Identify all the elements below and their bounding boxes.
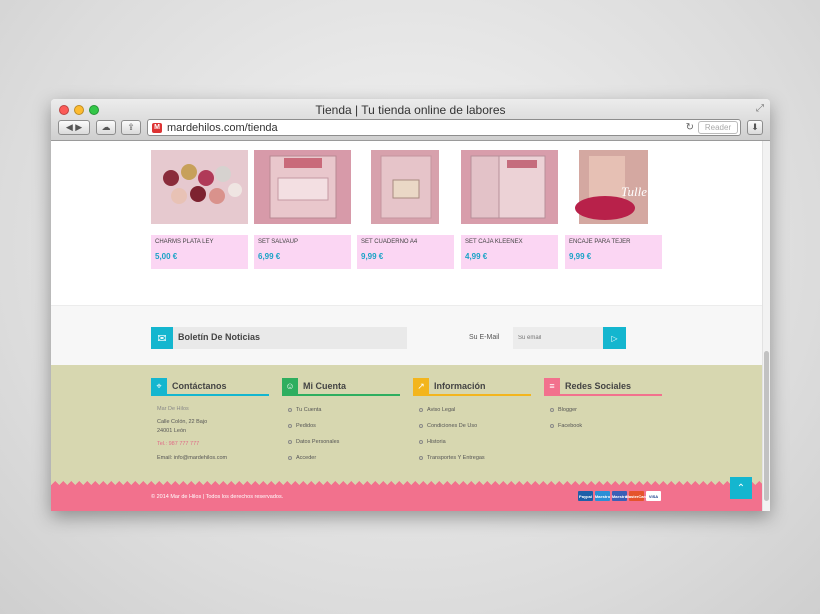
mastercard-card-icon: MasterCard [626,491,648,501]
contact-email[interactable]: Email: info@mardehilos.com [157,455,227,461]
footer-info-title: Información [434,381,486,391]
product-image[interactable] [151,150,248,224]
scrollbar-thumb[interactable] [764,351,769,501]
paypal-card-icon: Paypal [578,491,593,501]
product-image[interactable]: Tulle [565,150,662,224]
footer-account-title: Mi Cuenta [303,381,347,391]
footer-info-column: ↗ Información Aviso Legal Condiciones De… [413,378,531,461]
icloud-button[interactable]: ☁ [96,120,116,135]
bullet-icon [288,407,292,412]
site-footer: ⌖ Contáctanos Mar De Hilos Calle Colón, … [51,365,762,483]
product-info: SET CAJA KLEENEX 4,99 € [461,235,558,269]
payment-methods: Paypal Maestro Maestro MasterCard VISA [578,491,661,501]
email-label: Su E-Mail [469,334,500,341]
product-info: SET CUADERNO A4 9,99 € [357,235,454,269]
product-name[interactable]: CHARMS PLATA LEY [155,239,213,245]
product-photo-tissue-box [470,155,546,219]
product-photo-beads [163,164,242,204]
scroll-to-top-button[interactable]: ⌃ [730,477,752,499]
footer-link-datos-personales[interactable]: Datos Personales [288,439,339,445]
product-info: ENCAJE PARA TEJER 9,99 € [565,235,662,269]
product-photo-notebook [371,150,439,224]
footer-link-transportes[interactable]: Transportes Y Entregas [419,455,485,461]
envelope-icon: ✉ [151,327,173,349]
footer-link-pedidos[interactable]: Pedidos [288,423,316,429]
product-photo-magazine: Tulle [575,150,648,224]
footer-bottom-bar: © 2014 Mar de Hilos | Todos los derechos… [51,477,762,511]
svg-text:Tulle: Tulle [621,184,647,199]
bullet-icon [419,423,423,428]
contact-phone: Tel.: 987 777 777 [157,441,200,447]
fullscreen-icon[interactable]: ⤢ [756,103,764,114]
product-info: CHARMS PLATA LEY 5,00 € [151,235,248,269]
menu-icon: ≡ [544,378,560,394]
bullet-icon [550,407,554,412]
product-grid: CHARMS PLATA LEY 5,00 € SET SALVAUP 6,99… [51,141,762,305]
bullet-icon [419,407,423,412]
contact-address-line2: 24001 León [157,428,187,434]
browser-window: Tienda | Tu tienda online de labores ⤢ ◀… [51,99,770,511]
bullet-icon [419,455,423,460]
product-name[interactable]: SET CAJA KLEENEX [465,239,523,245]
product-image[interactable] [254,150,351,224]
footer-link-historia[interactable]: Historia [419,439,446,445]
map-pin-icon: ⌖ [151,378,167,394]
product-name[interactable]: SET SALVAUP [258,239,298,245]
product-photo-box [269,155,337,219]
footer-link-tu-cuenta[interactable]: Tu Cuenta [288,407,321,413]
share-button[interactable]: ⇪ [121,120,141,135]
footer-link-condiciones[interactable]: Condiciones De Uso [419,423,477,429]
product-info: SET SALVAUP 6,99 € [254,235,351,269]
footer-link-facebook[interactable]: Facebook [550,423,582,429]
page-scrollbar[interactable] [762,141,770,511]
bullet-icon [288,455,292,460]
url-text: mardehilos.com/tienda [167,121,278,134]
browser-titlebar: Tienda | Tu tienda online de labores ⤢ ◀… [51,99,770,141]
users-icon: ☺ [282,378,298,394]
download-button[interactable]: ⬇ [747,120,763,135]
product-name[interactable]: ENCAJE PARA TEJER [569,239,630,245]
newsletter-email-input[interactable] [513,327,603,349]
product-image[interactable] [461,150,558,224]
page-viewport: CHARMS PLATA LEY 5,00 € SET SALVAUP 6,99… [51,141,770,511]
footer-link-aviso-legal[interactable]: Aviso Legal [419,407,455,413]
footer-social-column: ≡ Redes Sociales Blogger Facebook [544,378,662,429]
visa-card-icon: VISA [646,491,661,501]
newsletter-title: Boletín De Noticias [178,332,261,342]
footer-contact-column: ⌖ Contáctanos Mar De Hilos Calle Colón, … [151,378,269,461]
back-forward-button[interactable]: ◀ ▶ [58,120,90,135]
footer-social-title: Redes Sociales [565,381,632,391]
zigzag-divider [51,477,762,485]
bullet-icon [419,439,423,444]
newsletter-submit-button[interactable]: ▷ [603,327,626,349]
site-favicon-icon: M [152,122,162,133]
product-price: 9,99 € [569,252,592,261]
contact-name: Mar De Hilos [157,406,189,412]
newsletter-header: ✉ Boletín De Noticias [151,327,407,349]
chart-icon: ↗ [413,378,429,394]
footer-link-acceder[interactable]: Acceder [288,455,316,461]
product-price: 9,99 € [361,252,384,261]
reload-icon[interactable]: ↻ [686,122,694,133]
footer-contact-title: Contáctanos [172,381,227,391]
newsletter-section: ✉ Boletín De Noticias Su E-Mail ▷ [51,305,762,365]
product-name[interactable]: SET CUADERNO A4 [361,239,417,245]
product-price: 6,99 € [258,252,281,261]
product-price: 5,00 € [155,252,178,261]
product-image[interactable] [357,150,454,224]
bullet-icon [550,423,554,428]
bullet-icon [288,439,292,444]
product-price: 4,99 € [465,252,488,261]
contact-address-line1: Calle Colón, 22 Bajo [157,419,208,425]
window-title: Tienda | Tu tienda online de labores [315,103,506,117]
footer-account-column: ☺ Mi Cuenta Tu Cuenta Pedidos Datos Pers… [282,378,400,461]
footer-link-blogger[interactable]: Blogger [550,407,577,413]
reader-button[interactable]: Reader [698,121,738,134]
address-bar[interactable]: M mardehilos.com/tienda ↻ Reader [147,119,741,136]
bullet-icon [288,423,292,428]
maestro-card-icon: Maestro [595,491,610,501]
copyright-text: © 2014 Mar de Hilos | Todos los derechos… [151,494,284,500]
